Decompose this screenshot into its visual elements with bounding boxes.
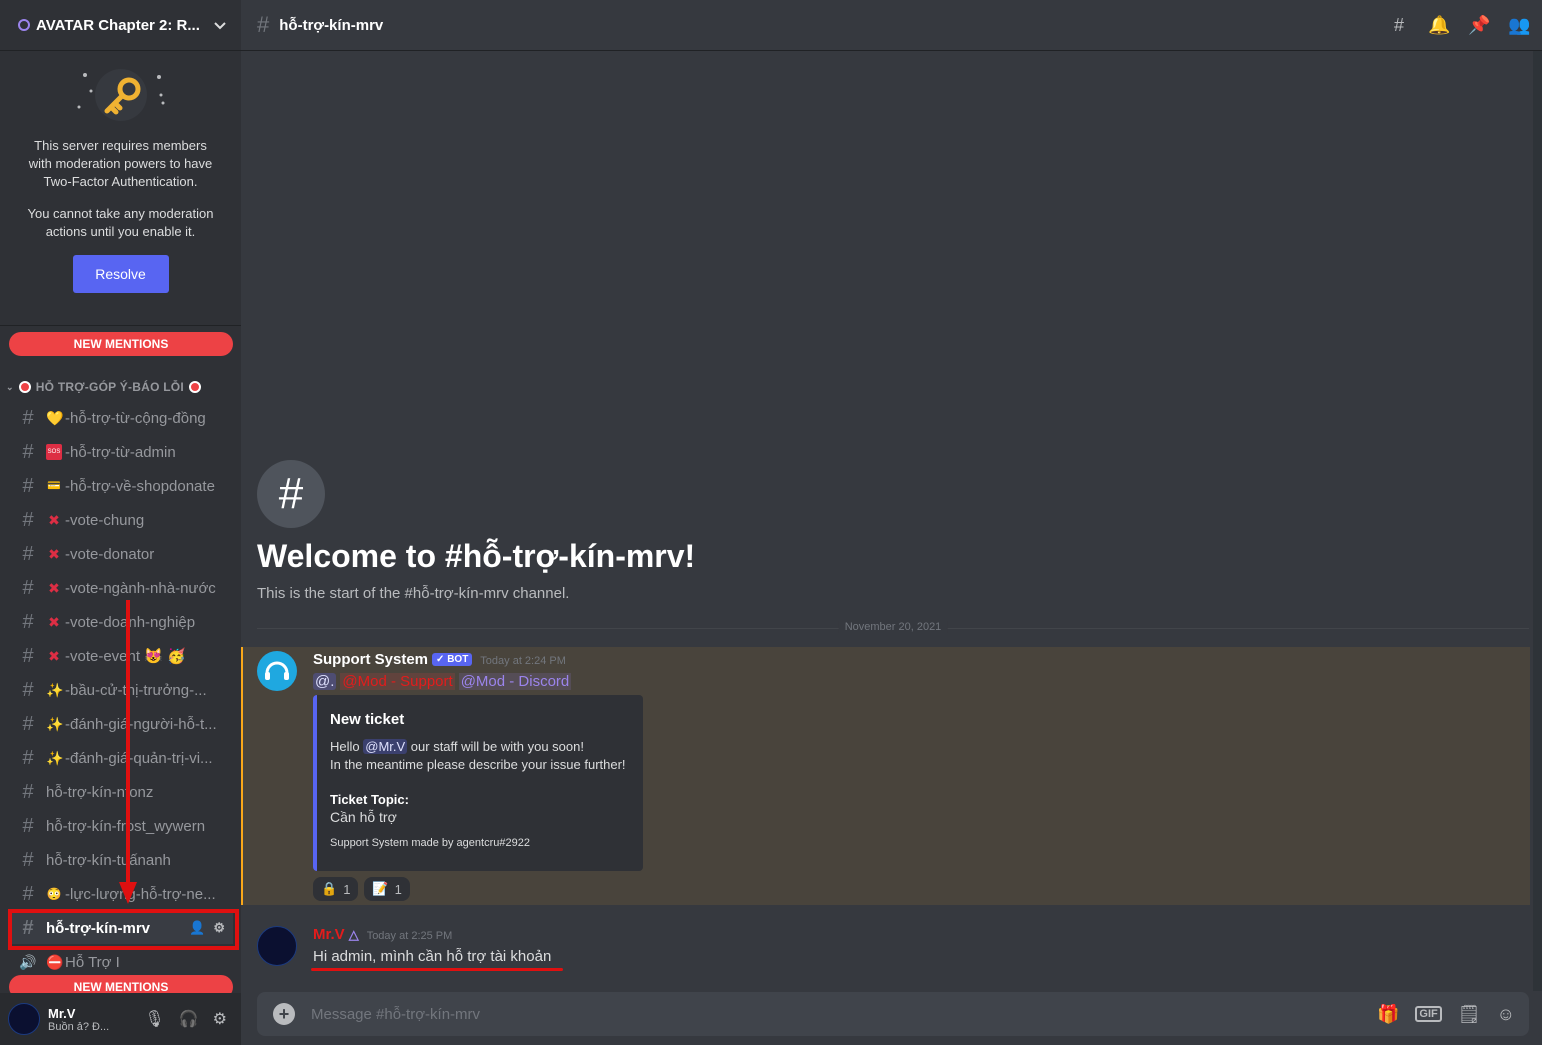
user-mention[interactable]: @Mr.V: [363, 739, 408, 754]
triangle-badge-icon: △: [348, 927, 359, 942]
headset-icon: [265, 661, 289, 680]
annotation-underline: [311, 968, 563, 971]
date-divider: November 20, 2021: [257, 621, 1529, 633]
bot-tag: ✓ BOT: [432, 653, 473, 666]
message-composer: + Message #hỗ-trợ-kín-mrv 🎁 GIF 🗒 ☺: [257, 992, 1529, 1036]
embed-text: our staff will be with you soon!: [410, 739, 584, 754]
welcome-subtitle: This is the start of the #hỗ-trợ-kín-mrv…: [257, 585, 570, 602]
reaction-count: 1: [394, 881, 402, 897]
author-name[interactable]: Mr.V: [313, 926, 345, 943]
message-mentions: @. @Mod - Support @Mod - Discord: [313, 673, 572, 690]
date-divider-label: November 20, 2021: [838, 621, 948, 633]
ticket-embed: New ticket Hello @Mr.V our staff will be…: [313, 695, 643, 871]
scrollbar[interactable]: [1530, 51, 1542, 991]
reactions: 🔒 1 📝 1: [313, 877, 410, 901]
annotation-arrow: [119, 600, 137, 904]
discord-app: AVATAR Chapter 2: R... This server requi…: [0, 0, 1542, 1045]
bell-icon[interactable]: 🔔: [1428, 15, 1450, 36]
embed-field-value: Cần hỗ trợ: [330, 809, 397, 825]
timestamp: Today at 2:25 PM: [366, 930, 453, 942]
memo-icon: 📝: [372, 881, 389, 896]
avatar[interactable]: [257, 926, 297, 966]
timestamp: Today at 2:24 PM: [480, 655, 566, 667]
members-icon[interactable]: 👥: [1508, 15, 1530, 36]
embed-field-name: Ticket Topic:: [330, 792, 409, 807]
reaction-count: 1: [343, 881, 351, 897]
user-mention[interactable]: @.: [313, 673, 337, 690]
reaction-memo[interactable]: 📝 1: [364, 877, 410, 901]
bot-avatar[interactable]: [257, 651, 297, 691]
message-input[interactable]: Message #hỗ-trợ-kín-mrv: [311, 1006, 1377, 1023]
role-mention-mod-support[interactable]: @Mod - Support: [340, 673, 455, 690]
welcome-title: Welcome to #hỗ-trợ-kín-mrv!: [257, 538, 696, 574]
hash-icon: #: [257, 460, 325, 528]
emoji-picker-icon[interactable]: ☺: [1497, 1004, 1515, 1025]
gif-icon[interactable]: GIF: [1415, 1006, 1442, 1022]
embed-title: New ticket: [330, 711, 405, 728]
channel-title: hỗ-trợ-kín-mrv: [279, 16, 384, 34]
author-name[interactable]: Support System: [313, 651, 428, 668]
lock-icon: 🔒: [321, 881, 338, 896]
embed-footer: Support System made by agentcru#2922: [330, 837, 530, 849]
message-header: Mr.V △ Today at 2:25 PM: [313, 926, 452, 943]
channel-topbar: # hỗ-trợ-kín-mrv # 🔔 📌 👥: [241, 0, 1542, 51]
message-text: Hi admin, mình cần hỗ trợ tài khoản: [313, 948, 552, 965]
private-hash-icon: #: [257, 12, 270, 37]
reaction-lock[interactable]: 🔒 1: [313, 877, 359, 901]
embed-description: Hello @Mr.V our staff will be with you s…: [330, 738, 631, 774]
chat-area: # hỗ-trợ-kín-mrv # 🔔 📌 👥 # Welcome to #h…: [241, 0, 1542, 1045]
add-attachment-icon[interactable]: +: [273, 1003, 295, 1025]
threads-icon[interactable]: #: [1388, 15, 1410, 36]
embed-text: In the meantime please describe your iss…: [330, 757, 626, 772]
role-mention-mod-discord[interactable]: @Mod - Discord: [458, 673, 572, 690]
sticker-icon[interactable]: 🗒: [1458, 1004, 1481, 1025]
pin-icon[interactable]: 📌: [1468, 15, 1490, 36]
message-mrv: Mr.V △ Today at 2:25 PM Hi admin, mình cần…: [241, 920, 1530, 982]
message-header: Support System ✓ BOT Today at 2:24 PM: [313, 651, 566, 668]
embed-text: Hello: [330, 739, 360, 754]
message-support-system: Support System ✓ BOT Today at 2:24 PM @. @M…: [241, 647, 1530, 905]
gift-icon[interactable]: 🎁: [1377, 1004, 1399, 1025]
